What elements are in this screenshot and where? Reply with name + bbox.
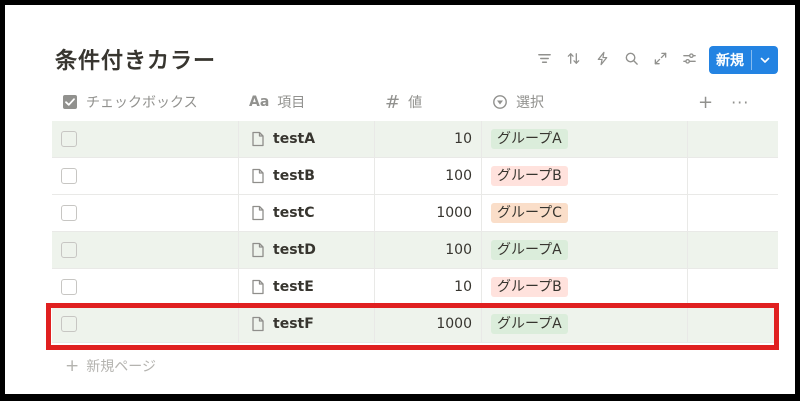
select-tag: グループB — [491, 166, 568, 186]
empty-cell — [688, 158, 778, 194]
new-page-button[interactable]: + 新規ページ — [65, 356, 156, 376]
new-button-label: 新規 — [716, 53, 744, 69]
page-icon — [251, 205, 265, 221]
more-options-button[interactable]: ··· — [731, 93, 749, 112]
automation-icon[interactable] — [591, 47, 613, 69]
table-body: testA 10 グループA testB 100 グループB testC 1000 グループC t… — [52, 121, 778, 343]
row-checkbox[interactable] — [61, 205, 77, 221]
page-title: 条件付きカラー — [55, 49, 217, 74]
value-number: 100 — [445, 168, 472, 184]
value-number: 1000 — [436, 205, 472, 221]
checkbox-cell[interactable] — [52, 121, 239, 157]
row-checkbox[interactable] — [61, 131, 77, 147]
value-number: 10 — [454, 131, 472, 147]
value-number: 10 — [454, 279, 472, 295]
value-cell[interactable]: 1000 — [375, 306, 482, 342]
item-name[interactable]: testD — [273, 242, 316, 258]
expand-icon[interactable] — [649, 47, 671, 69]
empty-cell — [688, 195, 778, 231]
row-checkbox[interactable] — [61, 316, 77, 332]
table-row[interactable]: testC 1000 グループC — [52, 195, 778, 232]
sort-icon[interactable] — [562, 47, 584, 69]
row-checkbox[interactable] — [61, 279, 77, 295]
row-checkbox[interactable] — [61, 168, 77, 184]
checkbox-cell[interactable] — [52, 269, 239, 305]
item-name[interactable]: testA — [273, 131, 315, 147]
column-header-item[interactable]: Aa 項目 — [239, 83, 375, 121]
add-column-button[interactable]: + — [698, 92, 713, 113]
select-icon — [492, 94, 508, 110]
settings-icon[interactable] — [678, 47, 700, 69]
column-header-value[interactable]: # 値 — [375, 83, 482, 121]
text-type-icon: Aa — [249, 94, 270, 110]
table-row[interactable]: testE 10 グループB — [52, 269, 778, 306]
column-header-select[interactable]: 選択 — [482, 83, 688, 121]
column-label: 項目 — [277, 95, 306, 111]
page-icon — [251, 131, 265, 147]
table-row[interactable]: testB 100 グループB — [52, 158, 778, 195]
number-icon: # — [385, 91, 401, 113]
chevron-down-icon[interactable] — [752, 46, 778, 74]
value-cell[interactable]: 1000 — [375, 195, 482, 231]
value-cell[interactable]: 10 — [375, 121, 482, 157]
empty-cell — [688, 232, 778, 268]
select-cell[interactable]: グループA — [482, 232, 688, 268]
page-icon — [251, 279, 265, 295]
item-name[interactable]: testE — [273, 279, 314, 295]
column-header-actions: + ··· — [688, 83, 778, 121]
value-cell[interactable]: 100 — [375, 158, 482, 194]
checkbox-icon — [62, 94, 78, 110]
value-cell[interactable]: 100 — [375, 232, 482, 268]
select-tag: グループB — [491, 277, 568, 297]
new-page-label: 新規ページ — [86, 359, 156, 375]
select-cell[interactable]: グループA — [482, 306, 688, 342]
item-name[interactable]: testF — [273, 316, 314, 332]
item-name[interactable]: testB — [273, 168, 315, 184]
empty-cell — [688, 306, 778, 342]
select-cell[interactable]: グループA — [482, 121, 688, 157]
column-header-checkbox[interactable]: チェックボックス — [52, 83, 239, 121]
column-label: チェックボックス — [86, 95, 198, 111]
filter-icon[interactable] — [533, 47, 555, 69]
search-icon[interactable] — [620, 47, 642, 69]
new-button[interactable]: 新規 — [709, 46, 778, 74]
value-cell[interactable]: 10 — [375, 269, 482, 305]
page-icon — [251, 242, 265, 258]
select-tag: グループC — [491, 203, 568, 223]
table-row[interactable]: testF 1000 グループA — [52, 306, 778, 343]
page-icon — [251, 168, 265, 184]
item-cell[interactable]: testB — [239, 158, 375, 194]
checkbox-cell[interactable] — [52, 232, 239, 268]
item-cell[interactable]: testE — [239, 269, 375, 305]
item-cell[interactable]: testA — [239, 121, 375, 157]
select-cell[interactable]: グループB — [482, 269, 688, 305]
select-tag: グループA — [491, 240, 568, 260]
table-row[interactable]: testA 10 グループA — [52, 121, 778, 158]
select-cell[interactable]: グループC — [482, 195, 688, 231]
view-toolbar — [533, 47, 707, 69]
value-number: 100 — [445, 242, 472, 258]
column-label: 選択 — [516, 95, 544, 111]
table-header: チェックボックス Aa 項目 # 値 選択 + ··· — [52, 83, 778, 122]
item-cell[interactable]: testD — [239, 232, 375, 268]
screenshot-frame: 条件付きカラー 新規 チェックボックス Aa 項目 # 値 選択 + ··· t… — [0, 0, 800, 401]
checkbox-cell[interactable] — [52, 306, 239, 342]
item-name[interactable]: testC — [273, 205, 315, 221]
item-cell[interactable]: testC — [239, 195, 375, 231]
select-cell[interactable]: グループB — [482, 158, 688, 194]
empty-cell — [688, 269, 778, 305]
select-tag: グループA — [491, 314, 568, 334]
row-checkbox[interactable] — [61, 242, 77, 258]
column-label: 値 — [408, 95, 423, 111]
value-number: 1000 — [436, 316, 472, 332]
table-row[interactable]: testD 100 グループA — [52, 232, 778, 269]
page-icon — [251, 316, 265, 332]
select-tag: グループA — [491, 129, 568, 149]
checkbox-cell[interactable] — [52, 195, 239, 231]
item-cell[interactable]: testF — [239, 306, 375, 342]
empty-cell — [688, 121, 778, 157]
checkbox-cell[interactable] — [52, 158, 239, 194]
plus-icon: + — [65, 356, 80, 376]
